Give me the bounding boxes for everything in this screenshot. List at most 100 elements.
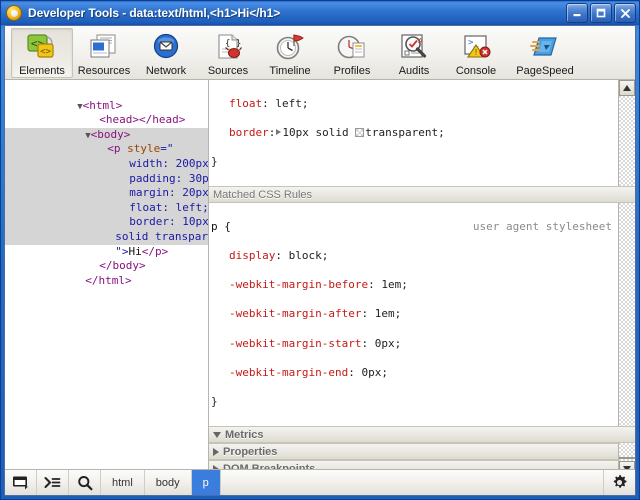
- elements-icon: <> <>: [26, 32, 58, 63]
- tab-pagespeed[interactable]: PageSpeed: [507, 28, 583, 78]
- svg-text:A: A: [418, 38, 423, 45]
- section-title: DOM Breakpoints: [223, 462, 316, 469]
- section-dom-breakpoints[interactable]: DOM Breakpoints: [209, 460, 618, 469]
- tab-resources[interactable]: Resources: [73, 28, 135, 78]
- css-value[interactable]: 0px;: [375, 337, 402, 350]
- css-value[interactable]: left;: [275, 97, 308, 110]
- main-split: ▼<html> <head></head> ▼<body> <p style="…: [5, 80, 635, 469]
- css-property[interactable]: -webkit-margin-end: [229, 366, 348, 379]
- section-title: Metrics: [225, 428, 264, 441]
- dock-to-window-icon[interactable]: [5, 470, 37, 495]
- tab-elements[interactable]: <> <> Elements: [11, 28, 73, 78]
- css-property[interactable]: -webkit-margin-before: [229, 278, 368, 291]
- dom-node-text: </body>: [99, 259, 146, 273]
- audits-icon: A: [398, 32, 430, 63]
- network-icon: [150, 32, 182, 63]
- timeline-icon: [274, 32, 306, 63]
- tab-audits[interactable]: A Audits: [383, 28, 445, 78]
- breadcrumb-html[interactable]: html: [101, 470, 145, 495]
- css-property[interactable]: display: [229, 249, 275, 262]
- css-close-brace: }: [211, 154, 218, 168]
- chevron-right-icon: [213, 464, 219, 469]
- css-property[interactable]: -webkit-margin-start: [229, 337, 361, 350]
- section-metrics[interactable]: Metrics: [209, 426, 635, 444]
- css-selector[interactable]: p {: [211, 220, 231, 235]
- minimize-button[interactable]: [566, 3, 588, 23]
- client-area: <> <> Elements Resources Network {} Sou…: [4, 25, 636, 496]
- dom-attr-text: solid transparent;: [115, 229, 208, 243]
- svg-text:!: !: [475, 48, 477, 57]
- section-matched-css-rules[interactable]: Matched CSS Rules: [209, 186, 635, 204]
- section-title: Matched CSS Rules: [213, 188, 313, 201]
- dom-attr-text: border: 10px: [129, 215, 209, 229]
- window-controls: [566, 3, 636, 23]
- styles-panel: float: left; border: 10px solid transpare…: [209, 80, 635, 469]
- chevron-down-icon: [213, 431, 221, 438]
- console-icon: >_ !: [460, 32, 492, 63]
- inline-style-tail[interactable]: float: left; border: 10px solid transpare…: [209, 80, 618, 187]
- css-value[interactable]: 1em;: [381, 278, 408, 291]
- svg-text:>_: >_: [468, 38, 479, 48]
- dom-node-text: <body>: [90, 127, 131, 141]
- breadcrumb-p[interactable]: p: [191, 470, 221, 495]
- tab-profiles[interactable]: Profiles: [321, 28, 383, 78]
- title-bar: Developer Tools - data:text/html,<h1>Hi<…: [1, 1, 639, 25]
- tab-label: PageSpeed: [516, 65, 574, 77]
- dom-node-text: <head></head>: [99, 113, 186, 127]
- maximize-button[interactable]: [590, 3, 612, 23]
- css-value-post[interactable]: transparent;: [365, 126, 444, 139]
- window-title: Developer Tools - data:text/html,<h1>Hi<…: [28, 6, 281, 20]
- section-properties[interactable]: Properties: [209, 443, 618, 461]
- tab-sources[interactable]: { } Sources: [197, 28, 259, 78]
- gear-icon[interactable]: [603, 470, 635, 495]
- tab-label: Timeline: [269, 65, 311, 77]
- resources-icon: [88, 32, 120, 63]
- css-property[interactable]: -webkit-margin-after: [229, 307, 361, 320]
- breadcrumb-body[interactable]: body: [145, 470, 192, 495]
- tab-label: Elements: [19, 65, 65, 77]
- pagespeed-icon: [529, 32, 561, 63]
- status-bar: html body p: [5, 469, 635, 495]
- dom-node-text: </html>: [85, 273, 132, 287]
- css-value[interactable]: 1em;: [375, 307, 402, 320]
- tab-label: Console: [455, 65, 497, 77]
- dom-attr-text: width: 200px;: [129, 156, 209, 170]
- expand-shorthand-icon[interactable]: [276, 128, 282, 135]
- tab-label: Network: [145, 65, 187, 77]
- status-bar-spacer: [221, 470, 603, 495]
- svg-text:{ }: { }: [225, 39, 241, 49]
- tab-timeline[interactable]: Timeline: [259, 28, 321, 78]
- dom-node[interactable]: ▼<html>: [5, 84, 208, 112]
- close-button[interactable]: [614, 3, 636, 23]
- css-value[interactable]: 0px;: [361, 366, 388, 379]
- css-property[interactable]: border: [229, 126, 269, 139]
- dom-tree-panel[interactable]: ▼<html> <head></head> ▼<body> <p style="…: [5, 80, 209, 469]
- color-swatch-icon[interactable]: [355, 127, 365, 137]
- tab-label: Resources: [77, 65, 131, 77]
- search-icon[interactable]: [69, 470, 101, 495]
- stylesheet-origin: user agent stylesheet: [472, 219, 612, 233]
- css-close-brace: }: [211, 394, 218, 408]
- dom-attr-text: margin: 20px;: [129, 186, 209, 200]
- breadcrumb-label: html: [112, 476, 133, 489]
- scroll-up-button[interactable]: [619, 80, 635, 96]
- tab-label: Audits: [398, 65, 430, 77]
- sources-icon: { }: [212, 32, 244, 63]
- scroll-down-button[interactable]: [619, 461, 635, 469]
- section-title: Properties: [223, 445, 278, 458]
- css-property[interactable]: float: [229, 97, 262, 110]
- breadcrumb-label: body: [155, 476, 180, 489]
- show-console-icon[interactable]: [37, 470, 69, 495]
- dom-node-text: <html>: [82, 98, 123, 112]
- scrollbar-thumb[interactable]: [619, 457, 635, 460]
- chrome-devtools-icon: [6, 5, 22, 21]
- tab-network[interactable]: Network: [135, 28, 197, 78]
- matched-rule-block[interactable]: p {user agent stylesheet display: block;…: [209, 203, 618, 427]
- chevron-right-icon: [213, 447, 219, 456]
- tab-label: Profiles: [333, 65, 371, 77]
- tab-console[interactable]: >_ ! Console: [445, 28, 507, 78]
- css-value[interactable]: block;: [289, 249, 329, 262]
- css-value-pre[interactable]: 10px solid: [282, 126, 355, 139]
- breadcrumb-label: p: [202, 476, 209, 489]
- devtools-window: Developer Tools - data:text/html,<h1>Hi<…: [0, 0, 640, 500]
